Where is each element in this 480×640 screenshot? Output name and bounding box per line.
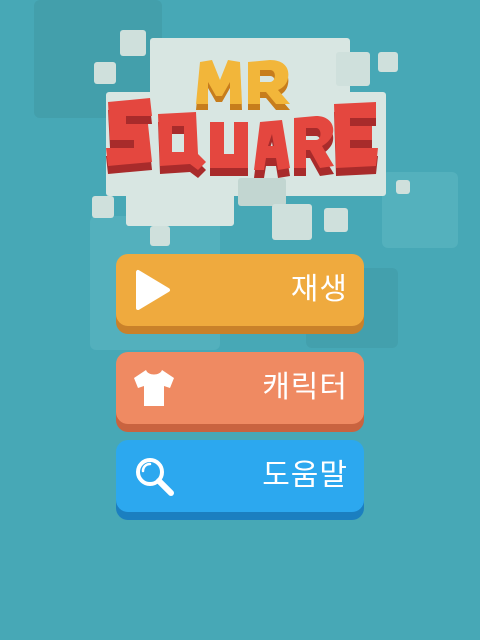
help-button-label: 도움말 bbox=[262, 458, 348, 493]
help-button[interactable]: 도움말 bbox=[116, 440, 364, 520]
logo-mr bbox=[196, 60, 290, 110]
play-icon bbox=[130, 266, 178, 314]
t-shirt-icon bbox=[130, 364, 178, 412]
magnifier-icon bbox=[130, 452, 178, 500]
game-logo bbox=[0, 0, 480, 250]
character-button[interactable]: 캐릭터 bbox=[116, 352, 364, 432]
play-button-face: 재생 bbox=[116, 254, 364, 326]
help-button-face: 도움말 bbox=[116, 440, 364, 512]
play-button[interactable]: 재생 bbox=[116, 254, 364, 334]
character-button-label: 캐릭터 bbox=[262, 370, 348, 405]
character-button-face: 캐릭터 bbox=[116, 352, 364, 424]
logo-lettering bbox=[106, 60, 378, 178]
play-button-label: 재생 bbox=[290, 272, 348, 307]
